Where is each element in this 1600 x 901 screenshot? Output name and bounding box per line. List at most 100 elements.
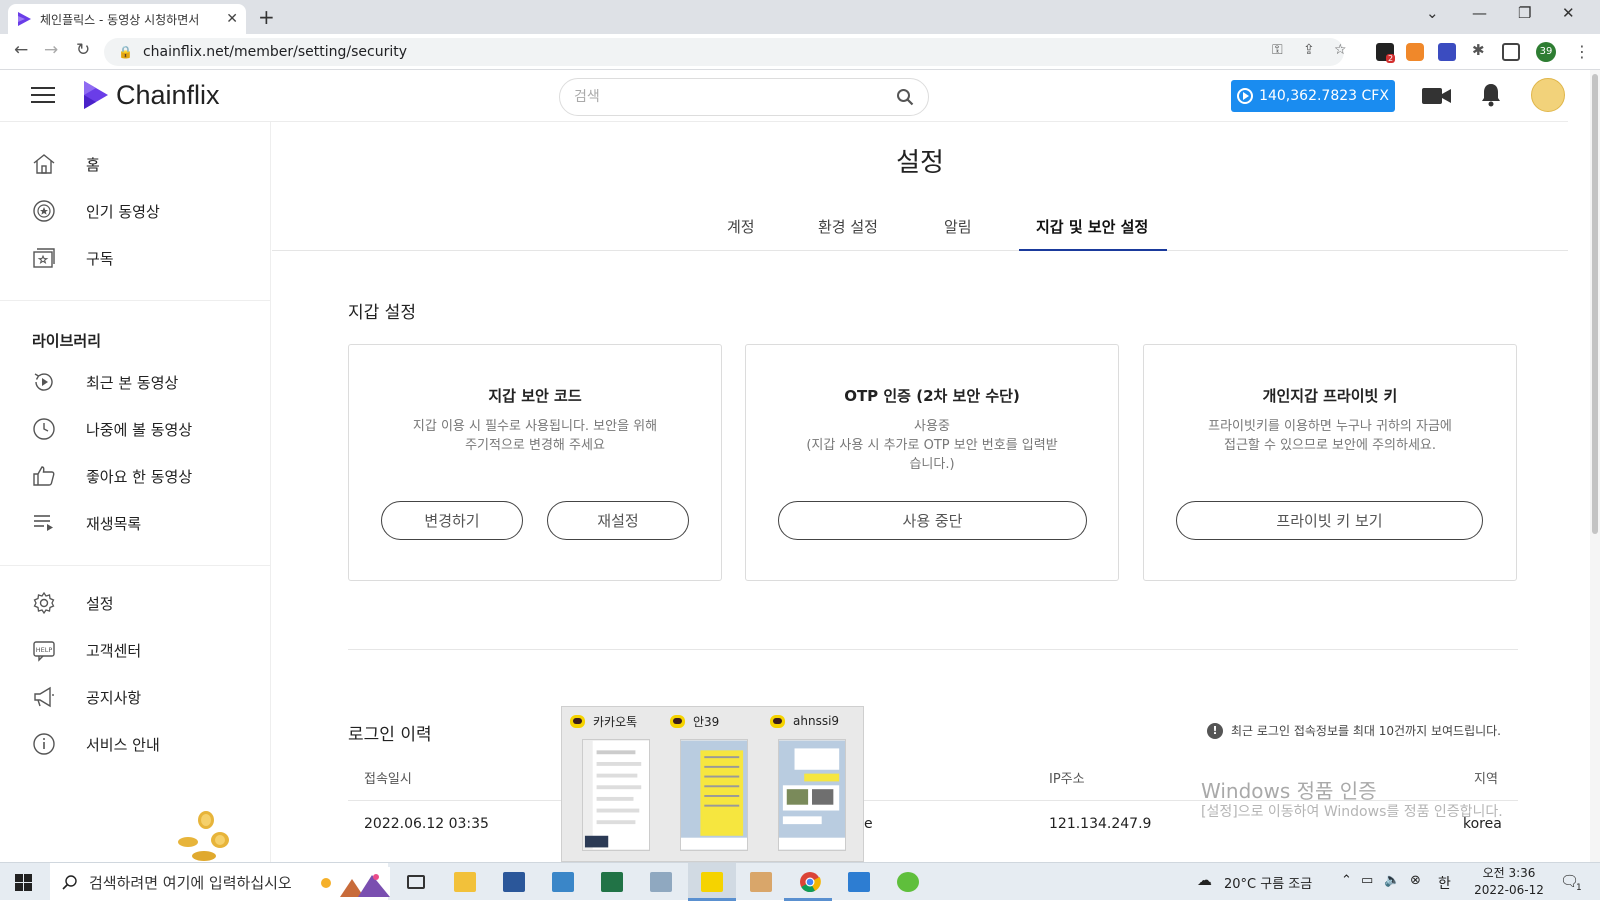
network-icon[interactable]: ▭: [1361, 873, 1373, 888]
paint-icon[interactable]: [747, 868, 775, 896]
windows-start-icon[interactable]: [15, 874, 32, 891]
back-icon[interactable]: ←: [14, 40, 28, 60]
sidebar-item-notices[interactable]: 공지사항: [32, 682, 141, 712]
sidebar-item-settings[interactable]: 설정: [32, 588, 114, 618]
preview-kakaotalk[interactable]: 카카오톡: [570, 713, 666, 851]
bell-icon[interactable]: [1481, 83, 1501, 107]
task-view-icon[interactable]: [402, 868, 430, 896]
chrome-icon: [800, 872, 821, 893]
app-icon-5[interactable]: [647, 868, 675, 896]
browser-tab-strip: 체인플릭스 - 동영상 시청하면서 ✕ + ⌄ — ❐ ✕: [0, 0, 1600, 34]
user-avatar[interactable]: [1531, 78, 1565, 112]
cfx-balance: 140,362.7823 CFX: [1259, 88, 1389, 104]
windows-taskbar: 검색하려면 여기에 입력하십시오 ☁ 20°C 구름 조금 ⌃ ▭ 🔈 ⊗ 한 …: [0, 862, 1600, 901]
wallet-code-card: 지갑 보안 코드 지갑 이용 시 필수로 사용됩니다. 보안을 위해 주기적으로…: [348, 344, 722, 581]
sidebar-item-label: 구독: [86, 249, 114, 268]
tab-search-icon[interactable]: ⌄: [1426, 4, 1439, 22]
system-clock[interactable]: 오전 3:36 2022-06-12: [1471, 865, 1547, 899]
extension-icon-2[interactable]: [1438, 43, 1456, 61]
tab-preferences[interactable]: 환경 설정: [818, 216, 878, 237]
change-code-button[interactable]: 변경하기: [381, 501, 523, 540]
sidebar-item-label: 나중에 볼 동영상: [86, 420, 193, 439]
browser-tab-title: 체인플릭스 - 동영상 시청하면서: [40, 12, 200, 27]
chainflix-logo[interactable]: Chainflix: [82, 79, 220, 111]
forward-icon[interactable]: →: [44, 40, 58, 60]
url-text: chainflix.net/member/setting/security: [142, 44, 408, 60]
preview-chat-1[interactable]: 안39: [670, 713, 766, 851]
window-close-icon[interactable]: ✕: [1562, 4, 1575, 22]
tab-account[interactable]: 계정: [727, 216, 755, 237]
sidebar-item-trending[interactable]: 인기 동영상: [32, 196, 160, 226]
photos-icon[interactable]: [845, 868, 873, 896]
volume-icon[interactable]: 🔈: [1384, 873, 1400, 888]
tab-close-icon[interactable]: ✕: [226, 11, 238, 27]
sidebar-item-history[interactable]: 최근 본 동영상: [32, 367, 178, 397]
profile-avatar[interactable]: 39: [1536, 42, 1556, 62]
chainflix-logo-icon: [84, 81, 108, 109]
exclamation-icon: !: [1207, 722, 1223, 739]
bookmark-star-icon[interactable]: ☆: [1334, 42, 1347, 58]
sidebar-item-watch-later[interactable]: 나중에 볼 동영상: [32, 414, 192, 444]
search-highlight-illustration: [312, 867, 390, 897]
sidebar-item-playlist[interactable]: 재생목록: [32, 508, 141, 538]
address-bar[interactable]: 🔒 chainflix.net/member/setting/security: [104, 38, 1344, 66]
windows-activation-subtext: [설정]으로 이동하여 Windows를 정품 인증합니다.: [1201, 804, 1503, 820]
page-scrollbar[interactable]: [1590, 70, 1600, 862]
tab-notifications[interactable]: 알림: [944, 216, 972, 237]
mic-off-icon[interactable]: ⊗: [1410, 873, 1421, 888]
otp-card: OTP 인증 (2차 보안 수단) 사용중 (지갑 사용 시 추가로 OTP 보…: [745, 344, 1119, 581]
hancom-icon[interactable]: [549, 868, 577, 896]
excel-icon[interactable]: [598, 868, 626, 896]
disable-otp-button[interactable]: 사용 중단: [778, 501, 1087, 540]
sidebar-item-help[interactable]: HELP 고객센터: [32, 635, 141, 665]
view-private-key-button[interactable]: 프라이빗 키 보기: [1176, 501, 1483, 540]
history-icon: [34, 373, 53, 391]
clock-icon: [33, 418, 55, 440]
sidebar-item-label: 인기 동영상: [86, 202, 160, 221]
home-icon: [33, 154, 55, 174]
video-camera-icon[interactable]: [1422, 86, 1452, 106]
hamburger-menu-icon[interactable]: [31, 87, 55, 105]
svg-text:HELP: HELP: [36, 646, 53, 654]
scrollbar-thumb[interactable]: [1592, 74, 1598, 534]
wallet-section-title: 지갑 설정: [348, 303, 416, 323]
taskbar-search-placeholder: 검색하려면 여기에 입력하십시오: [89, 873, 292, 892]
side-panel-icon[interactable]: [1502, 43, 1520, 61]
minimize-icon[interactable]: —: [1472, 4, 1487, 22]
chrome-menu-icon[interactable]: ⋮: [1574, 42, 1590, 61]
row-partial-text: e: [864, 816, 873, 832]
column-header-datetime: 접속일시: [364, 772, 412, 787]
weather-text[interactable]: 20°C 구름 조금: [1224, 873, 1312, 892]
sidebar-item-home[interactable]: 홈: [32, 149, 100, 179]
row-datetime: 2022.06.12 03:35: [364, 816, 489, 832]
section-divider: [348, 649, 1518, 650]
reset-code-button[interactable]: 재설정: [547, 501, 689, 540]
reload-icon[interactable]: ↻: [76, 40, 90, 60]
new-tab-button[interactable]: +: [258, 5, 275, 29]
tab-wallet-security[interactable]: 지갑 및 보안 설정: [1036, 216, 1148, 237]
puzzle-icon[interactable]: ✱: [1472, 41, 1485, 59]
megaphone-icon: [34, 686, 54, 708]
sidebar-item-subscriptions[interactable]: 구독: [32, 243, 114, 273]
ime-indicator[interactable]: 한: [1438, 873, 1451, 893]
word-icon[interactable]: [500, 868, 528, 896]
restore-icon[interactable]: ❐: [1518, 4, 1531, 22]
preview-chat-2[interactable]: ahnssi9: [770, 713, 866, 851]
sidebar-item-service-info[interactable]: 서비스 안내: [32, 729, 160, 759]
cfx-balance-button[interactable]: 140,362.7823 CFX: [1231, 80, 1395, 112]
app-icon-green[interactable]: [894, 868, 922, 896]
trending-icon: [33, 200, 55, 222]
kakaotalk-taskbar-icon[interactable]: [698, 868, 726, 896]
file-explorer-icon[interactable]: [451, 868, 479, 896]
browser-tab[interactable]: 체인플릭스 - 동영상 시청하면서 ✕: [8, 4, 246, 34]
key-icon[interactable]: ⚿: [1272, 42, 1283, 58]
weather-icon[interactable]: ☁: [1197, 871, 1212, 889]
share-icon[interactable]: ⇪: [1303, 42, 1315, 58]
search-icon[interactable]: [896, 88, 914, 106]
metamask-icon[interactable]: [1406, 43, 1424, 61]
sidebar-item-liked[interactable]: 좋아요 한 동영상: [32, 461, 192, 491]
search-input[interactable]: [574, 89, 896, 105]
chrome-taskbar-icon[interactable]: [796, 868, 824, 896]
tray-chevron-icon[interactable]: ⌃: [1341, 873, 1352, 888]
search-box[interactable]: [559, 78, 929, 116]
